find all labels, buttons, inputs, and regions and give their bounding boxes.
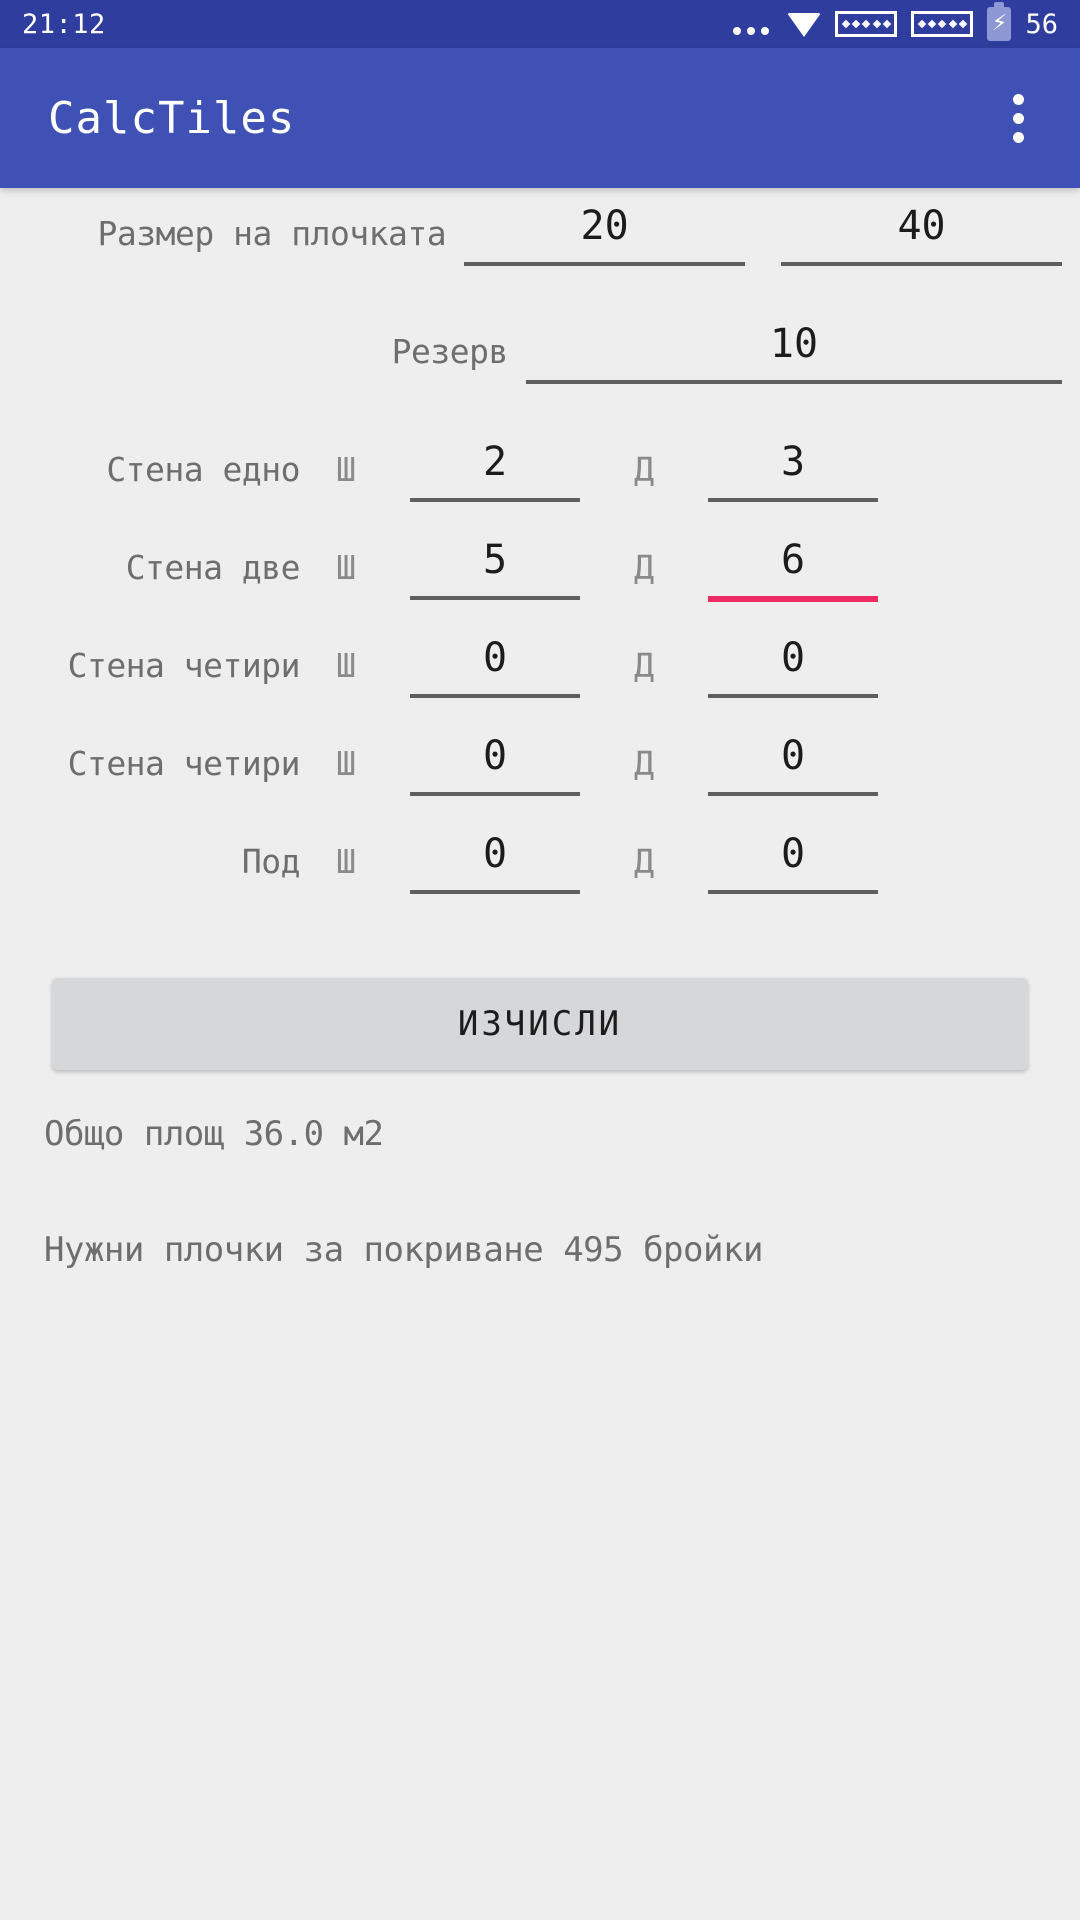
row-label: Стена четири <box>67 744 301 783</box>
row-label: Стена четири <box>67 646 301 685</box>
input-underline <box>708 890 878 894</box>
input-underline <box>410 498 580 502</box>
tile-size-length-value: 40 <box>897 203 946 249</box>
row-tile-size: Размер на плочката 20 40 <box>0 194 1080 292</box>
input-underline <box>525 380 1062 384</box>
row-wall-4: Стена четири Ш 0 Д 0 <box>0 724 1080 822</box>
unit-length-label: Д <box>634 450 654 489</box>
unit-length-label: Д <box>634 646 654 685</box>
tile-size-length-input[interactable]: 40 <box>781 194 1062 266</box>
floor-width-value: 0 <box>482 831 508 877</box>
floor-length-input[interactable]: 0 <box>708 822 878 894</box>
input-underline <box>410 596 580 600</box>
page-title: CalcTiles <box>48 92 296 144</box>
more-horizontal-icon <box>733 13 770 35</box>
tile-size-width-value: 20 <box>580 203 629 249</box>
unit-width-label: Ш <box>336 744 356 783</box>
wall-2-width-value: 5 <box>482 537 508 583</box>
unit-width-label: Ш <box>336 450 356 489</box>
input-underline <box>410 890 580 894</box>
input-underline <box>464 262 746 266</box>
floor-length-value: 0 <box>780 831 806 877</box>
calculate-button-wrap: ИЗЧИСЛИ <box>0 978 1080 1070</box>
wall-1-width-input[interactable]: 2 <box>410 430 580 502</box>
input-underline <box>708 792 878 796</box>
row-reserve: Резерв 10 <box>0 312 1080 410</box>
signal-icon-1 <box>835 11 898 37</box>
wall-3-length-value: 0 <box>780 635 806 681</box>
wall-4-width-input[interactable]: 0 <box>410 724 580 796</box>
signal-icon-2 <box>911 11 974 37</box>
floor-width-input[interactable]: 0 <box>410 822 580 894</box>
input-underline <box>410 694 580 698</box>
wall-3-length-input[interactable]: 0 <box>708 626 878 698</box>
row-label: Стена едно <box>106 450 300 489</box>
row-floor: Под Ш 0 Д 0 <box>0 822 1080 920</box>
wall-4-length-input[interactable]: 0 <box>708 724 878 796</box>
wall-4-length-value: 0 <box>780 733 806 779</box>
unit-width-label: Ш <box>336 842 356 881</box>
unit-length-label: Д <box>634 548 654 587</box>
reserve-input[interactable]: 10 <box>525 312 1062 384</box>
unit-width-label: Ш <box>336 646 356 685</box>
row-wall-2: Стена две Ш 5 Д 6 <box>0 528 1080 626</box>
input-underline <box>410 792 580 796</box>
wall-2-length-input[interactable]: 6 <box>708 528 878 602</box>
row-wall-3: Стена четири Ш 0 Д 0 <box>0 626 1080 724</box>
reserve-value: 10 <box>769 321 819 367</box>
unit-length-label: Д <box>634 842 654 881</box>
wifi-icon <box>787 11 822 37</box>
calculate-button[interactable]: ИЗЧИСЛИ <box>52 978 1028 1070</box>
input-underline <box>781 262 1062 266</box>
status-bar: 21:12 ⚡ 56 <box>0 0 1080 48</box>
wall-4-width-value: 0 <box>482 733 508 779</box>
row-wall-1: Стена едно Ш 2 Д 3 <box>0 430 1080 528</box>
tiles-needed-result: Нужни плочки за покриване 495 бройки <box>44 1230 763 1270</box>
reserve-label: Резерв <box>391 332 509 371</box>
overflow-menu-icon[interactable] <box>1001 80 1036 157</box>
battery-charging-icon: ⚡ <box>987 7 1012 41</box>
total-area-result: Общо площ 36.0 м2 <box>44 1114 384 1154</box>
status-clock: 21:12 <box>22 8 106 40</box>
input-underline <box>708 498 878 502</box>
tile-size-label: Размер на плочката <box>97 214 447 253</box>
wall-2-length-value: 6 <box>780 537 806 583</box>
input-underline <box>708 694 878 698</box>
app-bar: CalcTiles <box>0 48 1080 188</box>
input-underline-focused <box>708 596 878 602</box>
wall-3-width-value: 0 <box>482 635 508 681</box>
wall-1-width-value: 2 <box>482 439 508 485</box>
row-label: Под <box>241 842 301 881</box>
wall-3-width-input[interactable]: 0 <box>410 626 580 698</box>
main-content: Размер на плочката 20 40 Резерв 10 Стена… <box>0 188 1080 1920</box>
wall-2-width-input[interactable]: 5 <box>410 528 580 600</box>
unit-length-label: Д <box>634 744 654 783</box>
battery-percent-label: 56 <box>1025 8 1058 40</box>
row-label: Стена две <box>125 548 301 587</box>
wall-1-length-value: 3 <box>780 439 806 485</box>
unit-width-label: Ш <box>336 548 356 587</box>
wall-1-length-input[interactable]: 3 <box>708 430 878 502</box>
tile-size-width-input[interactable]: 20 <box>464 194 746 266</box>
status-icons: ⚡ 56 <box>733 7 1058 41</box>
